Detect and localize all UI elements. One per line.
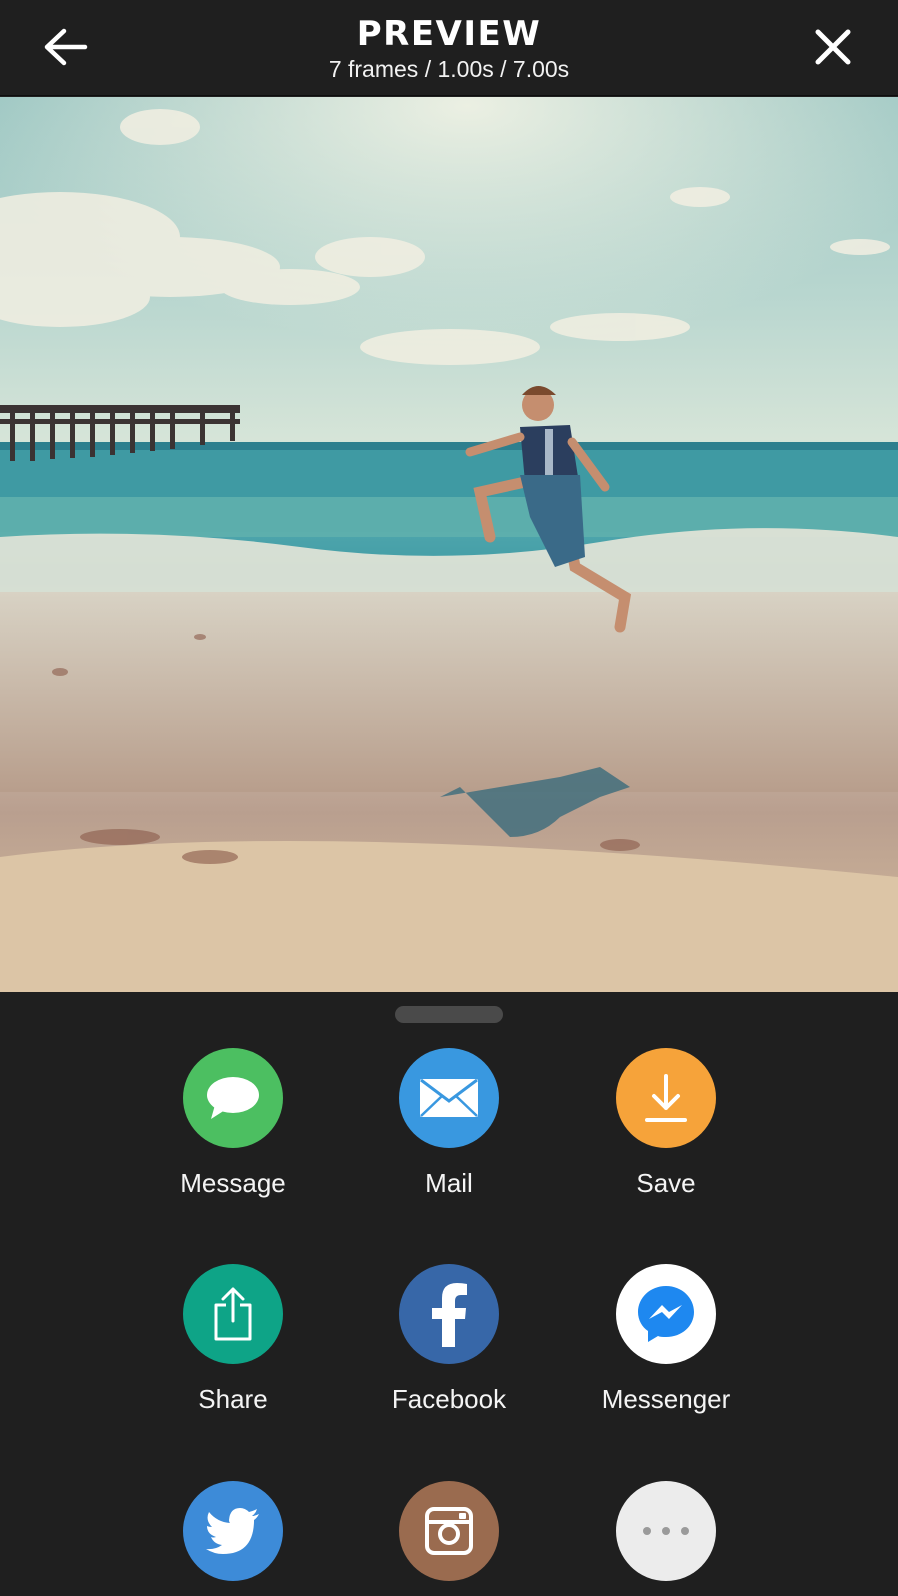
share-messenger-button[interactable]: Messenger <box>566 1264 766 1434</box>
facebook-icon <box>432 1283 467 1347</box>
messenger-icon-circle <box>616 1264 716 1364</box>
more-icon <box>643 1527 689 1535</box>
share-message-button[interactable]: Message <box>133 1048 333 1218</box>
share-icon-circle <box>183 1264 283 1364</box>
message-icon-circle <box>183 1048 283 1148</box>
share-label: Mail <box>425 1168 473 1198</box>
share-twitter-button[interactable] <box>133 1481 333 1596</box>
download-icon <box>645 1074 687 1122</box>
beach-scene <box>0 97 898 992</box>
more-icon-circle <box>616 1481 716 1581</box>
message-bubble-icon <box>207 1077 259 1119</box>
share-share-button[interactable]: Share <box>133 1264 333 1434</box>
envelope-icon <box>420 1078 478 1117</box>
share-icon <box>214 1287 252 1341</box>
messenger-icon <box>638 1286 694 1342</box>
share-label: Message <box>180 1168 286 1198</box>
instagram-icon-circle <box>399 1481 499 1581</box>
share-more-button[interactable] <box>566 1481 766 1596</box>
header-bar: PREVIEW 7 frames / 1.00s / 7.00s <box>0 0 898 96</box>
mail-icon-circle <box>399 1048 499 1148</box>
share-label: Facebook <box>391 1384 507 1414</box>
save-icon-circle <box>616 1048 716 1148</box>
sheet-drag-handle[interactable] <box>395 1006 503 1023</box>
close-button[interactable] <box>798 16 868 78</box>
frames-info: 7 frames / 1.00s / 7.00s <box>328 56 570 82</box>
close-icon <box>815 29 851 65</box>
twitter-icon <box>206 1508 259 1554</box>
gif-preview-image[interactable] <box>0 97 898 992</box>
share-label: Share <box>198 1384 268 1414</box>
twitter-icon-circle <box>183 1481 283 1581</box>
share-facebook-button[interactable]: Facebook <box>349 1264 549 1434</box>
share-label: Messenger <box>601 1384 731 1414</box>
page-title: PREVIEW <box>356 14 542 54</box>
share-label: Save <box>636 1168 696 1198</box>
share-mail-button[interactable]: Mail <box>349 1048 549 1218</box>
facebook-icon-circle <box>399 1264 499 1364</box>
share-save-button[interactable]: Save <box>566 1048 766 1218</box>
share-instagram-button[interactable] <box>349 1481 549 1596</box>
instagram-icon <box>425 1507 473 1555</box>
